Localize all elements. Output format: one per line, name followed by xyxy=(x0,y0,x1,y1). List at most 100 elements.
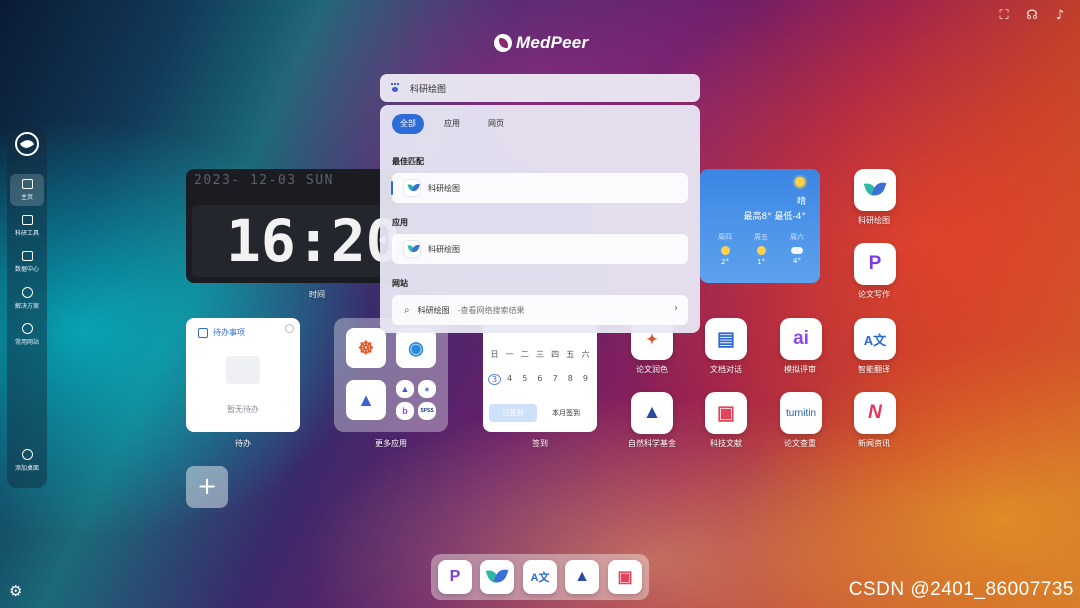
app-translate[interactable]: A文 xyxy=(854,318,896,360)
doc-chat-icon: ▤ xyxy=(717,328,735,350)
result-title: 科研绘图 xyxy=(417,305,450,315)
search-bar[interactable]: 科研绘图 xyxy=(380,74,700,102)
calendar-day[interactable]: 9 xyxy=(579,374,592,385)
watermark: CSDN @2401_86007735 xyxy=(848,579,1074,600)
sidebar-item-home[interactable]: 主页 xyxy=(10,174,44,206)
sun-icon xyxy=(720,246,730,255)
fullscreen-icon[interactable]: ⛶ xyxy=(996,8,1012,24)
app-result-icon xyxy=(404,241,420,257)
ai-review-icon: ai xyxy=(793,328,809,349)
weather-range: 最高8° 最低-4° xyxy=(743,212,806,222)
sun-icon xyxy=(756,246,766,255)
weekday-row: 日 一 二 三 四 五 六 xyxy=(488,349,592,360)
clock-time: 16:20:0 xyxy=(192,205,400,277)
cloud-icon xyxy=(791,247,803,254)
list-icon xyxy=(198,327,208,338)
brand-name: MedPeer xyxy=(516,33,589,52)
medpeer-logo-icon xyxy=(494,34,512,52)
sidebar-item-label: 科研工具 xyxy=(14,230,39,237)
app-label: 模拟评审 xyxy=(784,365,816,374)
nsfc-icon: ▲ xyxy=(574,568,590,585)
nsfc-icon: ▲ xyxy=(642,402,662,423)
weekday: 二 xyxy=(520,350,529,359)
leaf-icon xyxy=(408,183,417,194)
calendar-day[interactable]: 6 xyxy=(533,374,546,385)
app-news[interactable]: N xyxy=(854,392,896,434)
clock-widget[interactable]: 2023- 12-03 SUN 16:20:0 xyxy=(186,169,400,283)
bell-icon[interactable]: ♪ xyxy=(1052,8,1068,24)
todo-empty-text: 暂无待办 xyxy=(227,405,259,414)
signed-in-button[interactable]: 已签到 xyxy=(489,404,537,422)
todo-widget[interactable]: 待办事项 暂无待办 xyxy=(186,318,300,432)
chevron-right-icon: › xyxy=(674,303,678,314)
sidebar-item-websites[interactable]: 常用网站 xyxy=(10,318,44,350)
sidebar-item-research-tools[interactable]: 科研工具 xyxy=(10,210,44,242)
result-title: 科研绘图 xyxy=(428,244,460,254)
weekday: 六 xyxy=(581,350,590,359)
sidebar-item-data-center[interactable]: 数据中心 xyxy=(10,246,44,278)
result-hint: -查看网络搜索结果 xyxy=(457,305,525,315)
forecast-day-name: 周五 xyxy=(754,233,768,241)
app-research-drawing[interactable] xyxy=(854,169,896,211)
top-toolbar: ⛶ ☊ ♪ xyxy=(996,8,1068,24)
result-best-match[interactable]: 科研绘图 xyxy=(391,173,688,203)
database-icon xyxy=(21,251,33,261)
dock-app-literature[interactable]: ▣ xyxy=(608,560,642,594)
search-input[interactable]: 科研绘图 xyxy=(410,82,446,95)
calendar-day[interactable]: 7 xyxy=(549,374,562,385)
result-web[interactable]: ⌕ 科研绘图 -查看网络搜索结果 › xyxy=(392,295,688,325)
spss-icon: SPSS xyxy=(418,402,436,420)
weather-widget[interactable]: 晴 最高8° 最低-4° 周四 2° 周五 1° 周六 4° xyxy=(700,169,820,283)
calendar-day[interactable]: 5 xyxy=(518,374,531,385)
search-engine-icon[interactable] xyxy=(390,83,400,93)
weekday: 日 xyxy=(490,350,499,359)
app-label: 新闻资讯 xyxy=(858,439,890,448)
folder-app-icon: b xyxy=(396,402,414,420)
add-widget-button[interactable]: + xyxy=(186,466,228,508)
tab-web[interactable]: 网页 xyxy=(480,114,512,134)
folder-app-icon: ▲ xyxy=(346,380,386,420)
add-todo-icon[interactable] xyxy=(285,324,294,333)
forecast-day-name: 周四 xyxy=(718,233,732,241)
more-apps-folder[interactable]: ☸ ◉ ▲ ▲ ● b SPSS xyxy=(334,318,448,432)
sidebar-add-desktop[interactable]: 添加桌面 xyxy=(10,444,44,476)
signin-widget[interactable]: 日 一 二 三 四 五 六 3 4 5 6 7 8 9 已签到 本月签到 xyxy=(483,320,597,432)
app-literature[interactable]: ▣ xyxy=(705,392,747,434)
app-nsfc[interactable]: ▲ xyxy=(631,392,673,434)
settings-gear-icon[interactable]: ⚙ xyxy=(9,583,25,599)
monthly-signin-button[interactable]: 本月签到 xyxy=(541,404,591,422)
add-circle-icon xyxy=(21,448,33,460)
book-icon: ▣ xyxy=(717,402,735,424)
app-label: 科研绘图 xyxy=(858,216,890,225)
app-mock-review[interactable]: ai xyxy=(780,318,822,360)
globe-icon xyxy=(21,322,33,334)
forecast-day: 周六 4° xyxy=(786,232,808,265)
sidebar-logo-icon[interactable] xyxy=(15,132,39,156)
folder-app-icon: ● xyxy=(418,380,436,398)
calendar-day-today[interactable]: 3 xyxy=(488,374,501,385)
search-results-panel: 全部 应用 网页 最佳匹配 科研绘图 应用 科研绘图 网站 ⌕ 科研绘图 -查看… xyxy=(380,105,700,333)
app-paper-writing[interactable]: P xyxy=(854,243,896,285)
dock-app-translate[interactable]: A文 xyxy=(523,560,557,594)
tab-all[interactable]: 全部 xyxy=(392,114,424,134)
paper-writing-icon: P xyxy=(449,568,461,585)
sidebar-item-label: 数据中心 xyxy=(14,266,39,273)
app-label: 智能翻译 xyxy=(858,365,890,374)
section-best-match: 最佳匹配 xyxy=(392,157,424,166)
result-app[interactable]: 科研绘图 xyxy=(392,234,688,264)
calendar-day[interactable]: 8 xyxy=(564,374,577,385)
dock-app-research-drawing[interactable] xyxy=(480,560,514,594)
folder-app-icon: ▲ xyxy=(396,380,414,398)
dock-app-nsfc[interactable]: ▲ xyxy=(565,560,599,594)
headset-icon[interactable]: ☊ xyxy=(1024,8,1040,24)
solution-icon xyxy=(21,286,33,298)
dock-app-paper-writing[interactable]: P xyxy=(438,560,472,594)
day-row: 3 4 5 6 7 8 9 xyxy=(488,374,592,385)
add-desktop-label: 添加桌面 xyxy=(14,464,39,472)
calendar-day[interactable]: 4 xyxy=(503,374,516,385)
sidebar-item-solutions[interactable]: 解决方案 xyxy=(10,282,44,314)
app-doc-chat[interactable]: ▤ xyxy=(705,318,747,360)
tab-apps[interactable]: 应用 xyxy=(436,114,468,134)
result-title: 科研绘图 xyxy=(428,183,460,193)
app-turnitin[interactable]: turnitin xyxy=(780,392,822,434)
